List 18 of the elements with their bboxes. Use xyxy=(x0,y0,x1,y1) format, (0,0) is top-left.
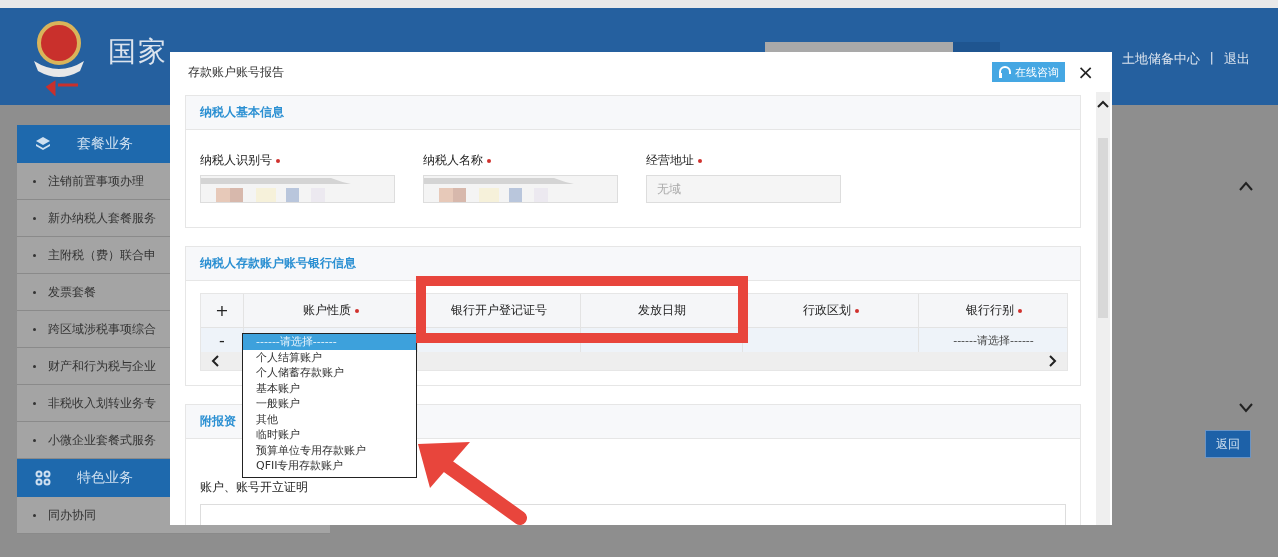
field-label: 经营地址 xyxy=(646,152,694,169)
site-title: 国家 xyxy=(108,33,168,70)
separator: | xyxy=(1209,50,1214,67)
section-title: 套餐业务 xyxy=(77,135,133,153)
section-title: 附报资 xyxy=(200,413,236,430)
column-title: 银行开户登记证号 xyxy=(451,302,547,319)
field-label: 纳税人名称 xyxy=(423,152,483,169)
column-title: 发放日期 xyxy=(637,302,686,319)
section-title: 特色业务 xyxy=(77,469,133,487)
section-title: 纳税人基本信息 xyxy=(200,104,284,121)
section-title: 纳税人存款账户账号银行信息 xyxy=(200,255,356,272)
column-title: 账户性质 xyxy=(302,302,351,319)
user-name: 土地储备中心 xyxy=(1121,50,1200,68)
field-label: 账户、账号开立证明 xyxy=(200,479,309,496)
column-title: 行政区划 xyxy=(802,302,851,319)
column-title: 银行行别 xyxy=(965,302,1014,319)
dialog-title: 存款账户账号报告 xyxy=(188,63,285,81)
field-label: 纳税人识别号 xyxy=(200,152,272,169)
